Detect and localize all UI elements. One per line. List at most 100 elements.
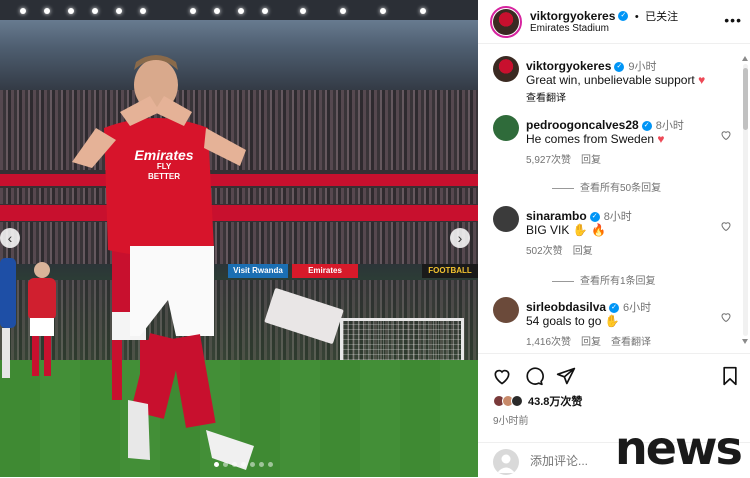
- reply-button[interactable]: 回复: [581, 155, 601, 166]
- comment-header: sinarambo ✓ 8小时: [526, 208, 632, 224]
- caption-username[interactable]: viktorgyokeres: [526, 59, 611, 73]
- reply-button[interactable]: 回复: [573, 246, 593, 257]
- likes-count[interactable]: 43.8万次赞: [528, 393, 582, 409]
- caption-text-row: Great win, unbelievable support ♥: [526, 73, 705, 87]
- comment-text-row: BIG VIK ✋ 🔥: [526, 223, 606, 237]
- comment-meta: 502次赞 回复: [526, 242, 603, 257]
- post-photo[interactable]: Visit Rwanda Emirates FOOTBALL Emirates …: [0, 0, 478, 477]
- post-header: viktorgyokeres ✓ • 已关注 Emirates Stadium •…: [478, 0, 750, 44]
- red-heart-emoji-icon: ♥: [657, 132, 665, 146]
- author-avatar[interactable]: [490, 6, 522, 38]
- caption-avatar[interactable]: [493, 56, 519, 82]
- chevron-left-icon: ‹: [7, 230, 13, 246]
- next-photo-button[interactable]: ›: [450, 228, 470, 248]
- chevron-right-icon: ›: [457, 230, 463, 246]
- commenter-avatar[interactable]: [493, 297, 519, 323]
- verified-badge-icon: ✓: [641, 121, 652, 132]
- separator-dot: •: [634, 11, 639, 23]
- comment-header: pedroogoncalves28 ✓ 8小时: [526, 117, 684, 133]
- post-sidebar: viktorgyokeres ✓ • 已关注 Emirates Stadium •…: [478, 0, 750, 477]
- red-heart-emoji-icon: ♥: [698, 73, 706, 87]
- carousel-dot: [250, 462, 255, 467]
- comment-text-row: 54 goals to go ✋: [526, 314, 620, 328]
- verified-badge-icon: ✓: [614, 62, 625, 73]
- current-user-avatar: [493, 449, 519, 475]
- background-player-blue: [0, 258, 16, 378]
- more-options-icon[interactable]: •••: [724, 12, 742, 28]
- like-heart-icon[interactable]: [492, 366, 512, 386]
- likes-summary[interactable]: 43.8万次赞: [493, 394, 582, 408]
- view-replies-button[interactable]: 查看所有50条回复: [552, 179, 661, 194]
- caption-comment: viktorgyokeres ✓ 9小时 Great win, unbelievab…: [478, 56, 740, 106]
- view-replies-button[interactable]: 查看所有1条回复: [552, 272, 656, 287]
- comment-text: BIG VIK: [526, 223, 570, 237]
- verified-badge-icon: ✓: [618, 10, 629, 21]
- following-button[interactable]: 已关注: [645, 11, 678, 23]
- scroll-up-arrow-icon[interactable]: [742, 56, 748, 61]
- liker-avatar: [511, 395, 523, 407]
- carousel-dot: [268, 462, 273, 467]
- carousel-dot-active: [214, 462, 219, 467]
- post-timestamp[interactable]: 9小时前: [493, 412, 529, 427]
- comment-likes[interactable]: 1,416次赞: [526, 337, 571, 348]
- comment-meta: 5,927次赞 回复: [526, 151, 611, 166]
- comment-bubble-icon[interactable]: [524, 366, 544, 386]
- scroll-thumb[interactable]: [743, 68, 748, 130]
- carousel-dot: [232, 462, 237, 467]
- comment-item: pedroogoncalves28 ✓ 8小时 He comes from Swed…: [478, 115, 740, 205]
- background-player-red-left: [28, 262, 56, 376]
- save-bookmark-icon[interactable]: [720, 366, 740, 386]
- comment-time: 8小时: [655, 120, 684, 132]
- comment-likes[interactable]: 5,927次赞: [526, 155, 571, 166]
- comment-text: 54 goals to go: [526, 314, 602, 328]
- default-user-icon: [497, 454, 515, 473]
- comment-username[interactable]: sirleobdasilva: [526, 300, 606, 314]
- comment-username[interactable]: pedroogoncalves28: [526, 118, 639, 132]
- reply-button[interactable]: 回复: [581, 337, 601, 348]
- comment-header: sirleobdasilva ✓ 6小时: [526, 299, 651, 315]
- translate-button[interactable]: 查看翻译: [611, 337, 651, 348]
- carousel-dot: [223, 462, 228, 467]
- jersey-sponsor: Emirates: [134, 147, 194, 163]
- like-heart-icon[interactable]: [720, 220, 732, 232]
- post-location[interactable]: Emirates Stadium: [530, 23, 609, 34]
- raised-hands-emoji-icon: ✋: [604, 314, 620, 328]
- author-avatar-image: [493, 9, 519, 35]
- like-heart-icon[interactable]: [720, 311, 732, 323]
- comment-time: 8小时: [603, 211, 632, 223]
- verified-badge-icon: ✓: [609, 303, 620, 314]
- caption-translate[interactable]: 查看翻译: [526, 89, 566, 104]
- caption-header: viktorgyokeres ✓ 9小时: [526, 58, 657, 74]
- commenter-avatar[interactable]: [493, 206, 519, 232]
- comment-time: 6小时: [623, 302, 652, 314]
- comment-item: sinarambo ✓ 8小时 BIG VIK ✋ 🔥 502次赞 回复 查看所有1条…: [478, 206, 740, 294]
- main-player: [72, 55, 254, 470]
- players-illustration: [0, 55, 254, 470]
- comments-list[interactable]: viktorgyokeres ✓ 9小时 Great win, unbelievab…: [478, 45, 740, 352]
- comment-meta: 1,416次赞 回复 查看翻译: [526, 333, 661, 348]
- carousel-dot: [259, 462, 264, 467]
- share-paper-plane-icon[interactable]: [556, 366, 576, 386]
- author-username[interactable]: viktorgyokeres: [530, 9, 615, 23]
- comment-username[interactable]: sinarambo: [526, 209, 587, 223]
- comment-text-row: He comes from Sweden ♥: [526, 132, 665, 146]
- instagram-post-view: Visit Rwanda Emirates FOOTBALL Emirates …: [0, 0, 750, 477]
- comment-text: He comes from Sweden: [526, 132, 655, 146]
- like-heart-icon[interactable]: [720, 129, 732, 141]
- raised-hands-emoji-icon: ✋: [572, 223, 588, 237]
- comments-scrollbar[interactable]: [741, 54, 749, 346]
- comment-likes[interactable]: 502次赞: [526, 246, 563, 257]
- carousel-dots: [214, 462, 273, 467]
- news-watermark: news: [615, 421, 743, 475]
- comment-item: sirleobdasilva ✓ 6小时 54 goals to go ✋ 1,41…: [478, 297, 740, 352]
- caption-time: 9小时: [628, 61, 657, 73]
- scroll-down-arrow-icon[interactable]: [742, 339, 748, 344]
- carousel-dot: [241, 462, 246, 467]
- commenter-avatar[interactable]: [493, 115, 519, 141]
- fire-emoji-icon: 🔥: [591, 223, 606, 237]
- caption-text: Great win, unbelievable support: [526, 73, 695, 87]
- previous-photo-button[interactable]: ‹: [0, 228, 20, 248]
- jersey-sponsor-sub: FLY BETTER: [148, 162, 180, 181]
- add-comment-input[interactable]: [530, 454, 620, 468]
- verified-badge-icon: ✓: [589, 212, 600, 223]
